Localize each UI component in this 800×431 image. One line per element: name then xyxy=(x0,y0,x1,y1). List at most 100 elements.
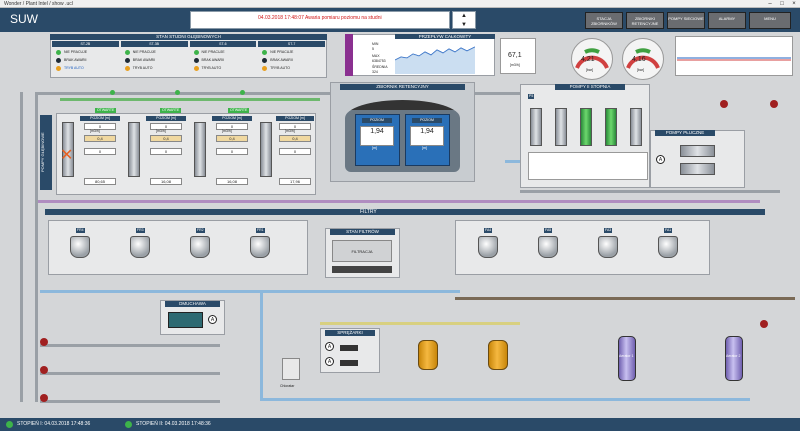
wells-panel-title: STAN STUDNI GŁĘBINOWYCH xyxy=(50,34,327,40)
compressor-2[interactable] xyxy=(340,360,358,366)
filter-fr1[interactable] xyxy=(250,236,270,258)
well-header: ST-6 xyxy=(189,41,257,47)
mode-a-icon[interactable]: A xyxy=(325,357,334,366)
status-label: BRAK AWARII xyxy=(201,58,225,62)
filter-fr3[interactable] xyxy=(130,236,150,258)
status-label: TRYB AUTO xyxy=(132,66,153,70)
close-icon[interactable]: × xyxy=(788,0,800,8)
mode-a-icon[interactable]: A xyxy=(325,342,334,351)
well-status-col: NIE PRACUJE BRAK AWARII TRYB AUTO xyxy=(258,48,325,76)
alarm-text: 04.03.2018 17:48:07 Awaria pomiaru pozio… xyxy=(258,15,382,21)
well-value: 0,4 xyxy=(216,135,248,142)
status-label: BRAK AWARII xyxy=(132,58,156,62)
app-title: SUW xyxy=(10,12,38,26)
nav-button-pumps[interactable]: POMPY SIECIOWE xyxy=(667,12,705,29)
pump-icon[interactable] xyxy=(40,366,48,374)
mode-a-icon[interactable]: A xyxy=(208,315,217,324)
filter-label: FR1 xyxy=(256,228,265,233)
status-label: TRYB AUTO xyxy=(64,66,84,70)
filter-mode[interactable]: FILTRACJA xyxy=(332,240,392,262)
alarm-scroll-buttons[interactable]: ▲ ▼ xyxy=(452,11,476,29)
pumps-stage2-title: POMPY II STOPNIA xyxy=(555,84,625,90)
tank-unit-2: [m] xyxy=(422,146,427,150)
chlorinator-unit[interactable] xyxy=(282,358,300,380)
status-dot xyxy=(262,58,268,63)
well-status-col: NIE PRACUJE BRAK AWARII TRYB AUTO xyxy=(121,48,188,76)
well-flow-unit: [m3/h] xyxy=(285,129,295,133)
maximize-icon[interactable]: □ xyxy=(776,0,788,8)
well-flow-unit: [m3/h] xyxy=(90,129,100,133)
pipe xyxy=(40,372,220,375)
aerator-1 xyxy=(618,336,636,381)
trend-chart xyxy=(395,46,475,74)
compressors-title: SPRĘŻARKI xyxy=(325,330,375,336)
well-flow-unit: [m3/h] xyxy=(222,129,232,133)
well-value: 0 xyxy=(216,123,248,130)
filter-fa5[interactable] xyxy=(538,236,558,258)
nav-button-wells[interactable]: STACJA ZBIORNIKÓW xyxy=(585,12,623,29)
filter-fr4[interactable] xyxy=(70,236,90,258)
status-dot xyxy=(56,58,61,63)
gauge-value-1: 4,21 xyxy=(581,56,595,63)
well-value: 0 xyxy=(150,123,182,130)
status-dot xyxy=(262,66,268,71)
filter-fa3[interactable] xyxy=(598,236,618,258)
stage2-pump-5[interactable] xyxy=(630,108,642,146)
stage2-pump-4[interactable] xyxy=(605,108,617,146)
well-value: 0 xyxy=(279,123,311,130)
filter-fa1[interactable] xyxy=(658,236,678,258)
pump-icon[interactable] xyxy=(760,320,768,328)
pump-icon[interactable] xyxy=(40,338,48,346)
stage2-pump-1[interactable] xyxy=(530,108,542,146)
tank-label-2: POZIOM xyxy=(412,118,442,123)
pipe xyxy=(260,398,750,401)
filter-label: FR4 xyxy=(76,228,85,233)
air-tank-1 xyxy=(418,340,438,370)
window-title: Wonder / Plant Intel / show .ucl xyxy=(0,0,800,8)
filter-ops-title: STAN FILTRÓW xyxy=(330,229,395,235)
status-label: NIE PRACUJE xyxy=(132,50,156,54)
blower-unit[interactable] xyxy=(168,312,203,328)
well-header: ST-3B xyxy=(120,41,188,47)
mode-a-icon[interactable]: A xyxy=(656,155,665,164)
tank-value-1: 1,94 xyxy=(360,126,394,146)
nav-button-retention[interactable]: ZBIORNIKI RETENCYJNE xyxy=(626,12,664,29)
status-label: NIE PRACUJE xyxy=(270,50,294,54)
well-pump-4[interactable] xyxy=(260,122,272,177)
compressor-1[interactable] xyxy=(340,345,358,351)
gauge-unit-2: [bar] xyxy=(637,68,645,72)
well-pump-3[interactable] xyxy=(194,122,206,177)
well-pump-2[interactable] xyxy=(128,122,140,177)
wash-pump-2[interactable] xyxy=(680,163,715,175)
pump-icon[interactable] xyxy=(720,100,728,108)
valve-icon[interactable] xyxy=(240,90,245,95)
status-dot xyxy=(193,66,199,71)
pump-icon[interactable] xyxy=(770,100,778,108)
status-label: NIE PRACUJE xyxy=(201,50,225,54)
aerator-1-label: Aerator 1 xyxy=(619,354,634,358)
chlorinator-label: Chloratar xyxy=(280,384,295,388)
status-label: TRYB AUTO xyxy=(270,66,290,70)
well-value: 80,65 xyxy=(84,178,116,185)
valve-icon[interactable] xyxy=(175,90,180,95)
wash-pump-1[interactable] xyxy=(680,145,715,157)
minimize-icon[interactable]: – xyxy=(764,0,776,8)
nav-button-menu[interactable]: MENU xyxy=(749,12,791,29)
trend-label-min: MIN xyxy=(372,42,379,46)
well-header: ST-2B xyxy=(52,41,119,47)
filter-label: FA1 xyxy=(664,228,673,233)
wells-column-headers: ST-2B ST-3B ST-6 ST-7 xyxy=(52,41,325,47)
nav-button-alarms[interactable]: ALARMY xyxy=(708,12,746,29)
pipe xyxy=(60,98,320,101)
filter-fa4[interactable] xyxy=(478,236,498,258)
filter-fr2[interactable] xyxy=(190,236,210,258)
well-flow-unit: [m3/h] xyxy=(156,129,166,133)
stage2-pump-3[interactable] xyxy=(580,108,592,146)
pump-icon[interactable] xyxy=(40,394,48,402)
well-header: ST-7 xyxy=(258,41,325,47)
stage2-pump-2[interactable] xyxy=(555,108,567,146)
valve-icon[interactable] xyxy=(110,90,115,95)
pipe xyxy=(40,400,220,403)
air-tank-2 xyxy=(488,340,508,370)
well-status-col: NIE PRACUJE BRAK AWARII TRYB AUTO xyxy=(190,48,257,76)
